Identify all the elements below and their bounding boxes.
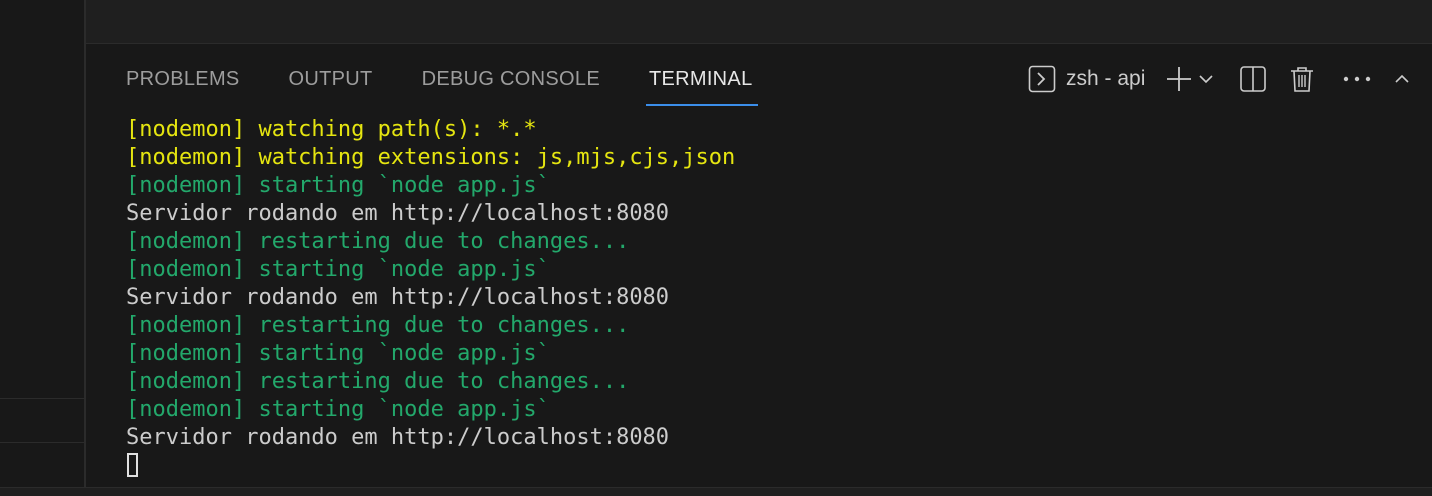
panel-tabs: PROBLEMS OUTPUT DEBUG CONSOLE TERMINAL	[126, 44, 802, 106]
terminal-line: [nodemon] restarting due to changes...	[126, 229, 630, 254]
terminal-line: [nodemon] restarting due to changes...	[126, 369, 630, 394]
tab-problems[interactable]: PROBLEMS	[126, 44, 240, 106]
tab-debug-console[interactable]: DEBUG CONSOLE	[422, 44, 600, 106]
more-icon[interactable]	[1343, 75, 1371, 83]
divider	[0, 398, 84, 399]
terminal-line: [nodemon] starting `node app.js`	[126, 341, 550, 366]
terminal-line: [nodemon] starting `node app.js`	[126, 173, 550, 198]
plus-icon[interactable]	[1165, 65, 1193, 93]
terminal-line: [nodemon] watching extensions: js,mjs,cj…	[126, 145, 736, 170]
trash-icon[interactable]	[1289, 65, 1315, 93]
tab-terminal[interactable]: TERMINAL	[645, 44, 758, 106]
bottom-panel: PROBLEMS OUTPUT DEBUG CONSOLE TERMINAL z…	[86, 44, 1432, 488]
terminal-icon[interactable]	[1028, 65, 1056, 93]
active-tab-indicator	[645, 104, 758, 106]
terminal-cursor	[127, 453, 138, 477]
tab-output[interactable]: OUTPUT	[289, 44, 373, 106]
side-bar	[0, 0, 84, 496]
tab-label: TERMINAL	[648, 68, 753, 90]
tab-label: OUTPUT	[288, 68, 373, 90]
terminal-output[interactable]: [nodemon] watching path(s): *.* [nodemon]…	[126, 116, 735, 480]
terminal-line: [nodemon] starting `node app.js`	[126, 397, 550, 422]
terminal-line: [nodemon] starting `node app.js`	[126, 257, 550, 282]
divider	[0, 442, 84, 443]
terminal-line: [nodemon] watching path(s): *.*	[126, 117, 537, 142]
status-bar-edge	[0, 487, 1432, 496]
terminal-prompt-line	[126, 452, 735, 480]
panel-actions: zsh - api	[1028, 64, 1409, 94]
terminal-line: [nodemon] restarting due to changes...	[126, 313, 630, 338]
tab-label: DEBUG CONSOLE	[421, 68, 600, 90]
chevron-up-icon[interactable]	[1395, 72, 1409, 86]
split-icon[interactable]	[1239, 65, 1267, 93]
terminal-line: Servidor rodando em http://localhost:808…	[126, 201, 670, 226]
terminal-selector-label[interactable]: zsh - api	[1066, 67, 1145, 91]
tab-label: PROBLEMS	[126, 68, 240, 90]
terminal-line: Servidor rodando em http://localhost:808…	[126, 425, 670, 450]
terminal-line: Servidor rodando em http://localhost:808…	[126, 285, 670, 310]
editor-area	[86, 0, 1432, 43]
chevron-down-icon[interactable]	[1199, 72, 1213, 86]
